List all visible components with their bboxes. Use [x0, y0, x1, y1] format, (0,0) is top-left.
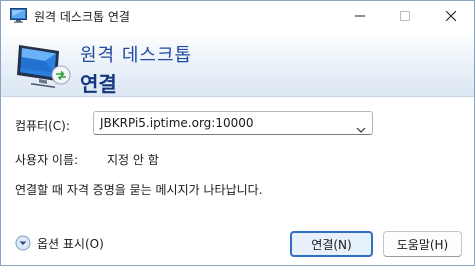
close-button[interactable]	[428, 1, 474, 31]
show-options-label[interactable]: 옵션 표시(O)	[37, 235, 104, 252]
chevron-down-icon[interactable]	[356, 119, 366, 133]
minimize-icon	[355, 15, 365, 17]
minimize-button[interactable]	[337, 1, 383, 31]
banner-divider	[1, 96, 474, 97]
maximize-icon	[400, 11, 410, 21]
close-icon	[446, 11, 456, 21]
banner-subtitle: 연결	[80, 72, 117, 96]
show-options-toggle[interactable]: 옵션 표시(O)	[15, 234, 104, 252]
maximize-button[interactable]	[382, 1, 428, 31]
help-button[interactable]: 도움말(H)	[383, 231, 462, 257]
remote-desktop-monitor-icon	[15, 41, 71, 89]
banner-title: 원격 데스크톱	[80, 45, 193, 66]
computer-input[interactable]: JBKRPi5.iptime.org:10000	[100, 116, 254, 130]
title-bar[interactable]: 원격 데스크톱 연결	[1, 1, 474, 31]
computer-combobox[interactable]: JBKRPi5.iptime.org:10000	[93, 111, 373, 135]
username-value: 지정 안 함	[107, 153, 159, 167]
chevron-down-circle-icon[interactable]	[15, 235, 31, 251]
remote-desktop-icon	[10, 8, 27, 23]
connect-button[interactable]: 연결(N)	[290, 231, 373, 257]
credentials-notice: 연결할 때 자격 증명을 묻는 메시지가 나타납니다.	[15, 183, 263, 197]
remote-desktop-window: 원격 데스크톱 연결 원격 데스크톱 연결 컴퓨터(C): JBKRPi5.ip…	[0, 0, 475, 266]
header-banner: 원격 데스크톱 연결	[1, 31, 474, 96]
window-title: 원격 데스크톱 연결	[34, 10, 130, 24]
computer-label: 컴퓨터(C):	[15, 119, 70, 133]
username-label: 사용자 이름:	[15, 153, 79, 167]
